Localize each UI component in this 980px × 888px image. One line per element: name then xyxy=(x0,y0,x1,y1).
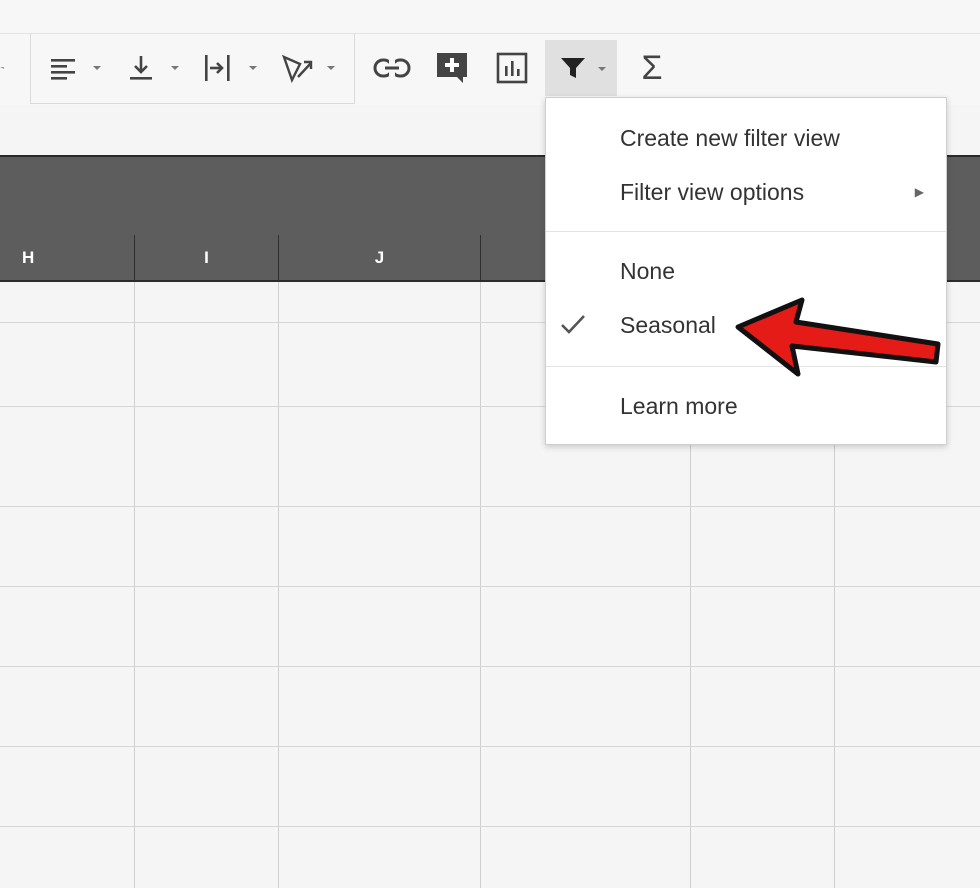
align-bottom-icon xyxy=(130,56,152,80)
chevron-down-icon[interactable] xyxy=(0,40,8,96)
menu-item-label: Create new filter view xyxy=(620,124,840,151)
toolbar: Σ xyxy=(0,0,980,105)
text-wrap-icon xyxy=(205,55,230,81)
checkmark-icon xyxy=(561,315,585,334)
chevron-down-icon[interactable] xyxy=(90,40,104,96)
text-rotate-icon xyxy=(281,54,313,83)
menu-item-filter-view-options[interactable]: Filter view options ▶ xyxy=(546,167,946,217)
grid-row-line xyxy=(0,506,980,507)
grid-column-line xyxy=(278,282,279,888)
submenu-arrow-icon: ▶ xyxy=(914,185,924,199)
add-comment-icon xyxy=(437,53,467,83)
insert-chart-button[interactable] xyxy=(494,40,530,96)
chevron-down-icon xyxy=(598,67,606,71)
sigma-icon: Σ xyxy=(641,48,663,87)
chart-icon xyxy=(496,52,528,84)
grid-row-line xyxy=(0,586,980,587)
grid-column-line xyxy=(480,282,481,888)
menu-separator xyxy=(546,231,946,232)
link-icon xyxy=(373,58,411,78)
create-filter-button[interactable] xyxy=(545,40,617,96)
grid-row-line xyxy=(0,666,980,667)
menu-item-label: None xyxy=(620,257,675,284)
insert-link-button[interactable] xyxy=(372,40,412,96)
chevron-down-icon[interactable] xyxy=(324,40,338,96)
insert-comment-button[interactable] xyxy=(434,40,470,96)
grid-row-line xyxy=(0,826,980,827)
vertical-align-button[interactable] xyxy=(122,40,160,96)
menu-item-label: Filter view options xyxy=(620,178,805,205)
menu-item-label: Learn more xyxy=(620,392,738,419)
text-wrapping-button[interactable] xyxy=(198,40,238,96)
filter-dropdown-menu: Create new filter view Filter view optio… xyxy=(545,97,947,445)
column-header-j[interactable]: J xyxy=(279,235,481,281)
column-letter: I xyxy=(204,248,209,267)
chevron-down-icon[interactable] xyxy=(246,40,260,96)
functions-button[interactable]: Σ xyxy=(634,40,670,96)
menu-item-create-filter-view[interactable]: Create new filter view xyxy=(546,113,946,163)
column-letter: H xyxy=(22,248,35,267)
column-header-i[interactable]: I xyxy=(135,235,279,281)
text-rotation-button[interactable] xyxy=(277,40,317,96)
column-header-h[interactable]: H xyxy=(0,235,135,281)
column-letter: J xyxy=(374,248,385,267)
grid-column-line xyxy=(134,282,135,888)
menu-item-none[interactable]: None xyxy=(546,246,946,296)
horizontal-align-button[interactable] xyxy=(44,40,82,96)
align-left-icon xyxy=(51,59,75,80)
grid-row-line xyxy=(0,746,980,747)
annotation-arrow-icon xyxy=(735,297,941,377)
filter-icon xyxy=(561,58,585,78)
chevron-down-icon[interactable] xyxy=(168,40,182,96)
